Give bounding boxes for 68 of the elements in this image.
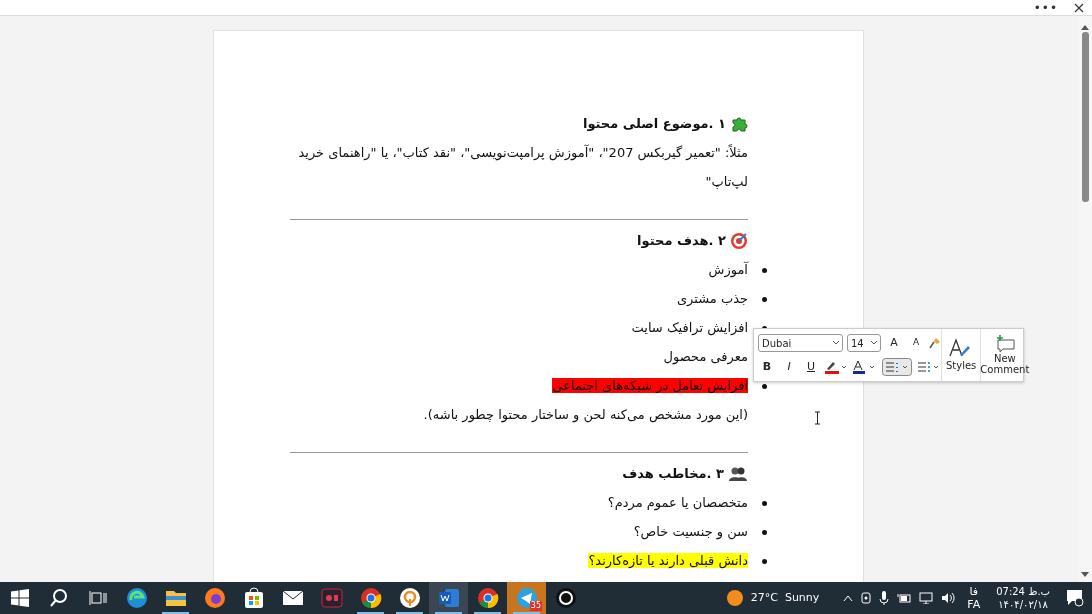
shrink-font-button[interactable]: A [907, 333, 925, 353]
section-heading: ۲ .هدف محتوا [637, 232, 726, 250]
paragraph-text: (این مورد مشخص می‌کنه لحن و ساختار محتوا چطور باشه). [423, 407, 748, 422]
list-item-text: معرفی محصول [663, 349, 748, 364]
people-icon [728, 465, 748, 482]
envelope-icon [281, 590, 304, 606]
taskbar-app-button[interactable]: 35 [507, 582, 546, 614]
bullet-icon [762, 501, 767, 506]
battery-icon[interactable] [897, 593, 912, 603]
word-processor-icon [437, 588, 460, 608]
section-heading: ۱ .موضوع اصلی محتوا [582, 115, 726, 133]
keyhole-icon [398, 587, 421, 609]
list-item-text: متخصصان یا عموم مردم؟ [607, 495, 748, 510]
text-cursor-icon [814, 411, 821, 425]
target-icon [730, 231, 748, 250]
close-icon[interactable] [1074, 2, 1084, 13]
chevron-up-icon[interactable] [843, 594, 854, 602]
sun-icon [726, 590, 743, 606]
list-item-text: افزایش تعامل در شبکه‌های اجتماعی [552, 378, 748, 393]
paragraph-text: مثلاً: "تعمیر گیربکس 207"، "آموزش پرامپت‌نویسی"، "نقد کتاب"، یا "راهنمای خرید لپ‌تاپ" [298, 145, 748, 189]
italic-button[interactable]: I [780, 357, 798, 377]
clock[interactable]: 07:24 ب.ظ ۱۴۰۴/۰۲/۱۸ [996, 585, 1050, 611]
weather-text: 27°C Sunny [750, 589, 820, 606]
font-name-dropdown[interactable]: Dubai [758, 334, 843, 352]
puzzle-piece-icon [730, 114, 748, 133]
network-icon[interactable] [919, 592, 934, 604]
grow-font-button[interactable]: A [885, 333, 903, 353]
recorder-icon [320, 588, 343, 608]
browser-icon [203, 587, 226, 609]
ring-icon [554, 587, 577, 609]
scroll-down-icon[interactable] [1081, 572, 1089, 578]
bold-button[interactable]: B [758, 357, 776, 377]
task-view-icon [88, 590, 107, 606]
notification-icon[interactable] [1066, 589, 1084, 607]
format-painter-icon[interactable] [929, 337, 941, 349]
highlighter-icon[interactable] [824, 360, 848, 374]
scroll-thumb[interactable] [1081, 32, 1089, 202]
list-item-text: آموزش [708, 262, 748, 277]
speaker-icon[interactable] [941, 592, 956, 604]
underline-button[interactable]: U [802, 357, 820, 377]
scroll-up-icon[interactable] [1081, 24, 1089, 30]
notification-count: 35 [529, 601, 542, 611]
list-item-text: افزایش ترافیک سایت [631, 320, 748, 335]
list-item-text: سن و جنسیت خاص؟ [633, 524, 748, 539]
bullet-icon [762, 559, 767, 564]
more-options-button[interactable]: ••• [1033, 3, 1058, 12]
browser-icon [125, 587, 148, 609]
folder-icon [164, 589, 187, 607]
windows-logo-icon [10, 589, 29, 607]
webcam-icon[interactable] [861, 591, 872, 605]
new-comment-button[interactable]: New Comment [980, 329, 1029, 381]
browser-icon [476, 587, 499, 609]
bullet-icon [762, 268, 767, 273]
section-heading: ۳ .مخاطب هدف [622, 465, 724, 483]
chevron-down-icon [871, 341, 877, 345]
microphone-icon[interactable] [879, 591, 890, 605]
styles-button[interactable]: Styles [941, 329, 981, 381]
bullet-icon [762, 530, 767, 535]
search-icon [48, 588, 69, 608]
browser-icon [359, 587, 382, 609]
shopping-bag-icon [243, 587, 264, 609]
list-item-text: جذب مشتری [676, 291, 748, 306]
numbering-icon[interactable] [916, 360, 940, 374]
font-size-dropdown[interactable]: 14 [847, 334, 881, 352]
chevron-down-icon [833, 341, 839, 345]
bullet-icon [762, 297, 767, 302]
bullet-icon [762, 384, 767, 389]
list-item-text: دانش قبلی دارند یا تازه‌کارند؟ [588, 553, 748, 568]
